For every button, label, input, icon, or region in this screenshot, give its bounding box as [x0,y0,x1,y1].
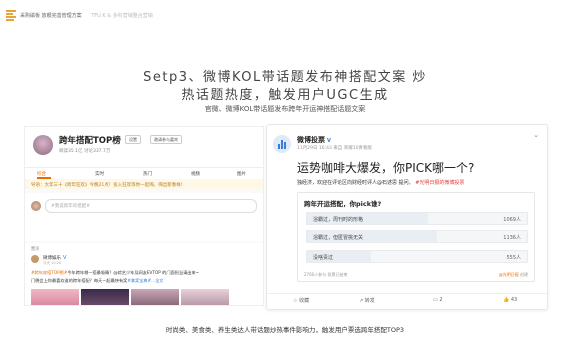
comment-count: 2 [439,297,443,303]
vote-account-avatar[interactable] [273,135,291,153]
poll-creator: @光明日报 创建 [499,272,528,278]
poll-option-votes: 1069人 [503,216,521,223]
compose-placeholder: #我说新年的搭配# [51,204,91,209]
vote-intro: 独经济，欢迎在评论区向财经时评人@石述思 提问。 #光明日报的微博投票 [297,179,464,186]
compose-input[interactable]: #我说新年的搭配# [45,199,257,213]
post-image-2[interactable] [81,289,129,305]
vote-intro-hashtag[interactable]: #光明日报的微博投票 [415,180,464,186]
poll-option-label: 浴霸过，但匿冒挑无关 [313,234,364,241]
topic-avatar [33,135,53,155]
vote-account-name[interactable]: 微博投票 V [297,135,331,145]
subtitle: 官微、微博KOL带话题发布跨年开运神搭配话题文案 [204,105,366,113]
repost-label: 转发 [364,298,375,304]
comment-button[interactable]: ▭ 2 [433,297,443,303]
post-text-a: 今年跨年哪一搭最吸睛？@综艺少年及网友EVTOP 的门面担当请出来~ [67,270,200,275]
poll-option-label: 没啥责过 [313,254,334,261]
pinned-label: 置顶 [31,246,39,251]
bottom-caption: 时尚类、美食类、养生类达人带话题炒热事件影响力，触发用户票选跨年搭配TOP3 [165,326,405,334]
user-avatar [31,201,41,211]
stacked-lines-logo-icon [6,10,16,22]
invite-guest-button[interactable]: 邀请参与嘉宾 [150,135,182,144]
poll-option-votes: 1136人 [503,234,521,241]
poll-option[interactable]: 浴霸过，但匿冒挑无关 1136人 [306,230,528,243]
vote-post-meta: 11月29日 16:43 来自 荣耀10青春版 [297,146,372,151]
main-title-line1: Setp3、微博KOL带话题发布神搭配文案 炒 [143,70,427,85]
poll-creator-link[interactable]: @光明日报 [499,272,519,277]
compose-area: #我说新年的搭配# [25,193,263,241]
post-text-line2: 门晚会上你最喜欢谁的跨年搭配？每天一起最快有奖#拿奖宝典#...全文 [31,278,164,284]
favorite-label: 收藏 [299,298,310,304]
topic-page-screenshot: 跨年搭配TOP榜 设置 邀请参与嘉宾 阅读35.1亿 讨论337.7万 综合 实… [24,126,264,306]
repost-button[interactable]: ↗ 转发 [359,297,375,304]
post-text-line1: #跨年穿搭TOP榜#今年跨年哪一搭最吸睛？@综艺少年及网友EVTOP 的门面担当… [31,270,199,276]
favorite-button[interactable]: ☆ 收藏 [293,297,309,304]
poll-card: 跨年开运搭配，你pick谁? 浴霸过，周刊时的形格 1069人 浴霸过，但匿冒挑… [297,192,535,282]
main-title-line2: 热话题热度，触发用户UGC生成 [181,88,389,103]
post-time: 今天 10:20 [43,261,62,265]
share-icon: ↗ [359,298,364,304]
poll-option[interactable]: 没啥责过 555人 [306,250,528,263]
comment-icon: ▭ [433,297,438,303]
banner-text: 导语：大年三十《跨年狂欢》今晚21点！投入狂欢等你一起嗨，嗨出新春样！ [31,183,186,188]
like-button[interactable]: 👍 43 [503,297,517,303]
vote-post-screenshot: 微博投票 V 11月29日 16:43 来自 荣耀10青春版 ⌄ 运势咖啡大爆发… [266,124,548,310]
hashtag-link[interactable]: #跨年穿搭 [31,270,51,275]
pinned-post: 置顶 微博娱乐 V 今天 10:20 #跨年穿搭TOP榜#今年跨年哪一搭最吸睛？@… [25,243,263,305]
chevron-down-icon[interactable]: ⌄ [533,131,539,139]
post-action-bar: ☆ 收藏 ↗ 转发 ▭ 2 👍 43 [267,293,547,306]
poll-option[interactable]: 浴霸过，周刊时的形格 1069人 [306,212,528,225]
topic-banner: 导语：大年三十《跨年狂欢》今晚21点！投入狂欢等你一起嗨，嗨出新春样！ [25,179,263,189]
poll-option-label: 浴霸过，周刊时的形格 [313,216,364,223]
read-more-link[interactable]: ...全文 [151,278,163,283]
poll-question: 跨年开运搭配，你pick谁? [304,200,382,208]
breadcrumb-extra: TFU.K & 多科营销整合营销 [91,13,153,19]
star-icon: ☆ [293,298,298,304]
topic-name: 跨年搭配TOP榜 [59,136,121,146]
vote-headline: 运势咖啡大爆发，你PICK哪一个? [297,161,475,175]
breadcrumb: 采购磁板 放眼完善管理方案 TFU.K & 多科营销整合营销 [20,12,153,19]
post-image-3[interactable] [131,289,179,305]
settings-button[interactable]: 设置 [125,135,141,144]
poll-creator-label: 创建 [520,272,528,277]
poster-avatar[interactable] [31,255,39,263]
breadcrumb-text: 采购磁板 放眼完善管理方案 [20,13,82,19]
tab-hot[interactable]: 热门 [143,171,152,177]
tab-realtime[interactable]: 实时 [95,171,104,177]
post-image-4[interactable] [181,289,229,305]
poll-option-votes: 555人 [506,254,521,261]
topic-stats: 阅读35.1亿 讨论337.7万 [59,149,111,154]
post-image-1[interactable] [31,289,79,305]
tab-image[interactable]: 图片 [237,171,246,177]
tab-video[interactable]: 视频 [191,171,200,177]
vote-account-name-text: 微博投票 [297,136,325,144]
topic-header: 跨年搭配TOP榜 设置 邀请参与嘉宾 阅读35.1亿 讨论337.7万 [25,127,263,167]
verified-v-icon: V [327,138,331,144]
like-icon: 👍 [503,297,510,303]
post-text-c: 会上你最喜欢谁的跨年搭配？每天一起最快有奖 [39,278,128,283]
like-count: 43 [510,297,518,303]
hashtag-link-end[interactable]: TOP榜# [51,270,67,275]
vote-intro-text: 独经济，欢迎在评论区向财经时评人@石述思 提问。 [297,180,414,186]
verified-v-icon: V [63,255,67,261]
poll-footer: 2760人参与 投票已结束 [304,272,348,277]
prize-link[interactable]: #拿奖宝典# [127,278,151,283]
